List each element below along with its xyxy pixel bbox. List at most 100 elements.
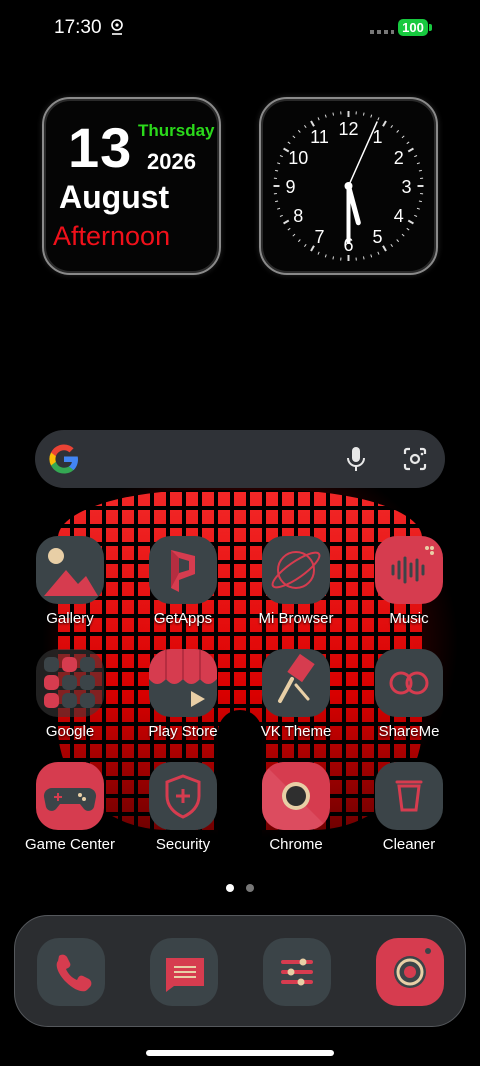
app-game-center[interactable]: Game Center: [20, 762, 120, 872]
shareme-icon: [375, 649, 443, 717]
clock-tick: [287, 227, 291, 231]
date-day-part: Afternoon: [53, 221, 171, 251]
clock-number: 8: [293, 206, 303, 226]
clock-number: 9: [285, 177, 295, 197]
clock-tick: [304, 125, 307, 129]
page-dot-active[interactable]: [226, 884, 234, 892]
clock-tick: [407, 147, 414, 153]
mini-app-icon: [80, 693, 95, 708]
clock-tick: [390, 243, 393, 247]
app-label: Mi Browser: [258, 610, 334, 627]
settings-icon[interactable]: [263, 938, 331, 1006]
page-dot[interactable]: [246, 884, 254, 892]
clock-tick: [377, 251, 380, 255]
clock-number: 5: [372, 227, 382, 247]
google-logo-icon: [49, 444, 78, 474]
app-label: Music: [389, 610, 429, 627]
date-weekday: Thursday: [138, 121, 215, 140]
clock-tick: [370, 254, 373, 258]
theme-brush-icon: [262, 649, 330, 717]
clock-tick: [277, 162, 281, 165]
clock-number: 11: [310, 127, 329, 147]
play-store-icon: [149, 649, 217, 717]
app-security[interactable]: Security: [133, 762, 233, 872]
clock-number: 12: [338, 119, 358, 139]
clock-tick: [390, 125, 393, 129]
app-label: Play Store: [148, 723, 218, 740]
app-cleaner[interactable]: Cleaner: [359, 762, 459, 872]
app-label: VK Theme: [260, 723, 332, 740]
clock-tick: [418, 200, 422, 203]
clock-tick: [279, 155, 283, 158]
gallery-icon: [36, 536, 104, 604]
clock-tick: [406, 227, 410, 231]
analog-clock-face: 12 1234567891011: [273, 111, 424, 261]
clock-tick: [277, 207, 281, 210]
clock-tick: [297, 239, 301, 243]
clock-tick: [283, 219, 290, 225]
clock-number: 7: [314, 227, 324, 247]
gamepad-icon: [36, 762, 104, 830]
app-shareme[interactable]: ShareMe: [359, 649, 459, 759]
app-mi-browser[interactable]: Mi Browser: [246, 536, 346, 646]
clock-tick: [362, 256, 365, 260]
clock-tick: [332, 112, 335, 116]
app-label: Chrome: [269, 836, 323, 853]
clock-tick: [414, 155, 418, 158]
mini-app-icon: [62, 693, 77, 708]
clock-number: 4: [394, 206, 404, 226]
app-chrome[interactable]: Chrome: [246, 762, 346, 872]
app-gallery[interactable]: Gallery: [20, 536, 120, 646]
clock-tick: [401, 135, 405, 139]
clock-tick: [396, 239, 400, 243]
clock-tick: [275, 169, 279, 172]
date-month: August: [59, 179, 170, 215]
dock: [14, 915, 466, 1027]
clock-tick: [416, 207, 420, 210]
mini-app-icon: [62, 675, 77, 690]
app-label: Cleaner: [382, 836, 436, 853]
clock-number: 3: [401, 177, 411, 197]
app-label: Google: [45, 723, 95, 740]
camera-icon[interactable]: [376, 938, 444, 1006]
battery-indicator: 100: [398, 19, 432, 36]
clock-tick: [406, 141, 410, 145]
search-bar[interactable]: [35, 430, 445, 488]
clock-number: 10: [288, 148, 308, 168]
signal-icon: [370, 30, 394, 34]
trash-icon: [375, 762, 443, 830]
clock-tick: [324, 254, 327, 258]
app-label: ShareMe: [378, 723, 440, 740]
app-label: GetApps: [153, 610, 213, 627]
app-music[interactable]: Music: [359, 536, 459, 646]
google-mini-icon: [44, 657, 59, 672]
camera-search-icon[interactable]: [401, 446, 429, 472]
app-google-folder[interactable]: Google: [20, 649, 120, 759]
clock-center-pin: [344, 182, 353, 190]
home-gesture-bar[interactable]: [146, 1050, 334, 1056]
mini-app-icon: [62, 657, 77, 672]
mini-app-icon: [80, 657, 95, 672]
clock-widget[interactable]: 12 1 2 3 4 5 6 7 8 9 10 11: [259, 97, 438, 275]
clock-tick: [292, 135, 296, 139]
clock-tick: [287, 141, 291, 145]
music-icon: [375, 536, 443, 604]
clock-tick: [324, 114, 327, 118]
app-getapps[interactable]: GetApps: [133, 536, 233, 646]
app-play-store[interactable]: Play Store: [133, 649, 233, 759]
date-year: 2026: [147, 149, 196, 174]
date-widget[interactable]: 13 Thursday 2026 August Afternoon: [42, 97, 221, 275]
messages-icon[interactable]: [150, 938, 218, 1006]
app-vk-theme[interactable]: VK Theme: [246, 649, 346, 759]
location-pin-icon: [111, 19, 123, 35]
clock-tick: [377, 117, 380, 121]
clock-tick: [382, 245, 387, 252]
phone-icon[interactable]: [37, 938, 105, 1006]
clock-tick: [370, 114, 373, 118]
clock-tick: [418, 169, 422, 172]
clock-tick: [382, 120, 387, 127]
clock-tick: [279, 214, 283, 217]
clock-tick: [317, 251, 320, 255]
browser-icon: [262, 536, 330, 604]
microphone-icon[interactable]: [343, 445, 369, 473]
